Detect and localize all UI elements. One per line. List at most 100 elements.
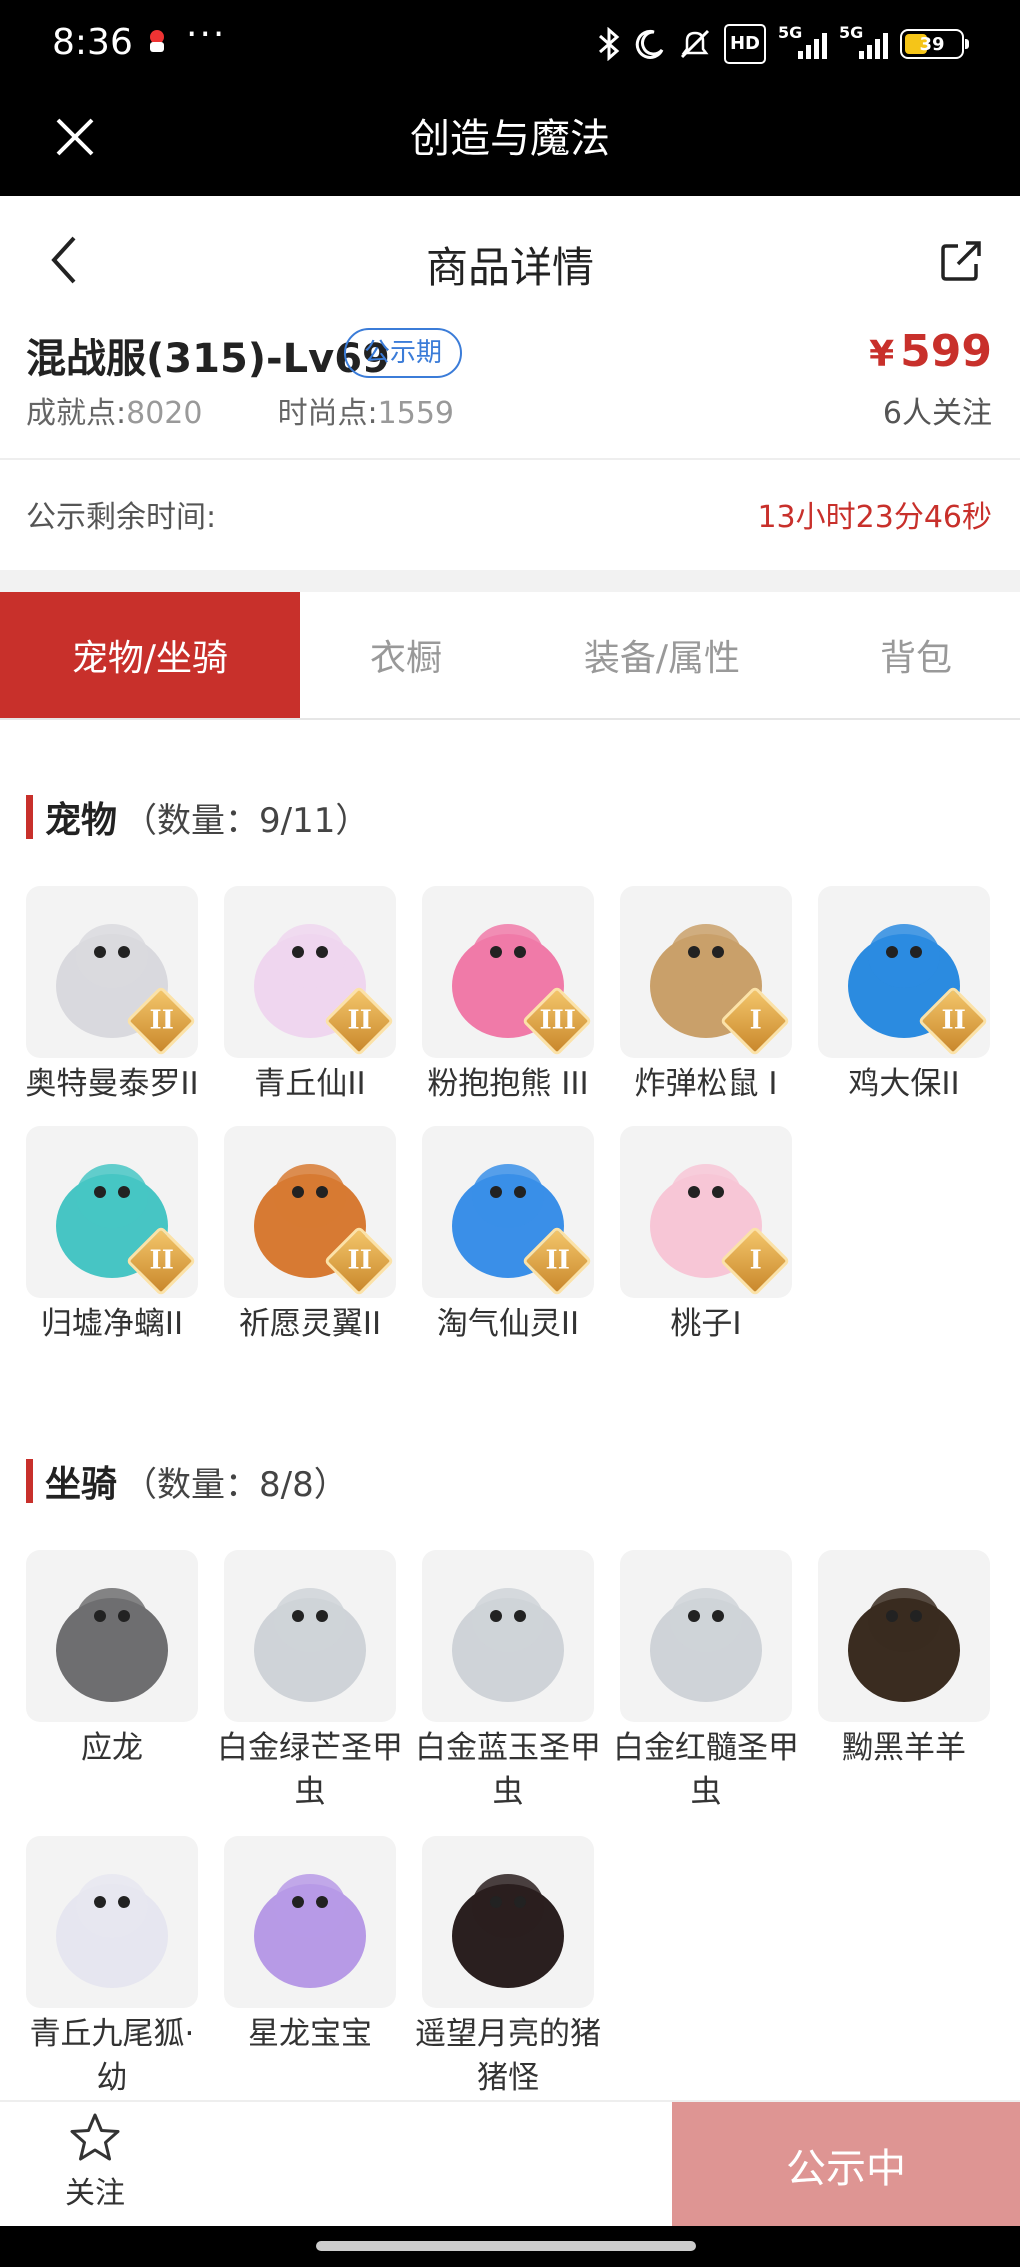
creature-image xyxy=(452,1588,564,1702)
list-item[interactable]: II 淘气仙灵II xyxy=(422,1126,594,1346)
tab-backpack[interactable]: 背包 xyxy=(812,592,1020,718)
list-item[interactable]: II 鸡大保II xyxy=(818,886,990,1106)
status-bar: 8:36 ··· HD 5G 5G 39 xyxy=(0,0,1020,86)
item-thumbnail xyxy=(26,1836,198,2008)
list-item[interactable]: I 炸弹松鼠 I xyxy=(620,886,792,1106)
item-thumbnail: II xyxy=(818,886,990,1058)
price-value: 599 xyxy=(900,326,992,377)
home-indicator[interactable] xyxy=(316,2241,696,2251)
item-name: 青丘仙II xyxy=(254,1066,366,1102)
gesture-bar xyxy=(0,2226,1020,2267)
list-item[interactable]: 应龙 xyxy=(26,1550,198,1814)
item-thumbnail xyxy=(224,1550,396,1722)
fashion-value: 1559 xyxy=(377,396,455,431)
product-info: 混战服(315)-Lv69 公示期 ¥599 成就点:8020 时尚点:1559… xyxy=(0,320,1020,460)
followers-count: 6人关注 xyxy=(882,396,992,431)
list-item[interactable]: 黝黑羊羊 xyxy=(818,1550,990,1814)
status-icons: HD 5G 5G 39 xyxy=(596,23,969,64)
pets-grid: II 奥特曼泰罗II II 青丘仙II III 粉抱抱熊 III I 炸弹松鼠 I II 鸡大保I… xyxy=(25,886,1006,1346)
follow-button[interactable]: 关注 xyxy=(40,2112,150,2222)
item-name: 遥望月亮的猪猪怪 xyxy=(415,2016,601,2096)
item-name: 青丘九尾狐·幼 xyxy=(29,2016,195,2096)
list-item[interactable]: III 粉抱抱熊 III xyxy=(422,886,594,1106)
item-thumbnail: II xyxy=(422,1126,594,1298)
item-thumbnail xyxy=(818,1550,990,1722)
creature-image xyxy=(56,1874,168,1988)
list-item[interactable]: II 祈愿灵翼II xyxy=(224,1126,396,1346)
list-item[interactable]: 白金蓝玉圣甲虫 xyxy=(415,1550,601,1814)
tab-wardrobe[interactable]: 衣橱 xyxy=(300,592,512,718)
item-name: 白金蓝玉圣甲虫 xyxy=(415,1730,601,1810)
item-name: 应龙 xyxy=(81,1730,143,1766)
list-item[interactable]: 星龙宝宝 xyxy=(224,1836,396,2100)
item-thumbnail: II xyxy=(26,886,198,1058)
creature-image xyxy=(254,1588,366,1702)
item-name: 白金红髓圣甲虫 xyxy=(613,1730,799,1810)
item-thumbnail xyxy=(620,1550,792,1722)
mounts-count: （数量：8/8） xyxy=(123,1464,348,1505)
bluetooth-icon xyxy=(596,24,622,64)
more-notifications-icon: ··· xyxy=(186,14,227,55)
pets-section-title: 宠物 （数量：9/11） xyxy=(26,792,369,842)
creature-image xyxy=(650,1588,762,1702)
moon-icon xyxy=(634,24,666,64)
tab-equipment-attributes[interactable]: 装备/属性 xyxy=(512,592,812,718)
follow-label: 关注 xyxy=(65,2176,125,2211)
list-item[interactable]: II 青丘仙II xyxy=(224,886,396,1106)
item-thumbnail xyxy=(224,1836,396,2008)
tab-pets-mounts[interactable]: 宠物/坐骑 xyxy=(0,592,300,718)
mounts-section-title: 坐骑 （数量：8/8） xyxy=(26,1456,348,1506)
battery-icon: 39 xyxy=(900,29,969,59)
status-time: 8:36 xyxy=(52,22,133,63)
list-item[interactable]: 白金绿芒圣甲虫 xyxy=(217,1550,403,1814)
item-name: 祈愿灵翼II xyxy=(238,1306,382,1342)
item-name: 炸弹松鼠 I xyxy=(634,1066,778,1102)
product-stats: 成就点:8020 时尚点:1559 xyxy=(26,388,454,432)
item-thumbnail xyxy=(26,1550,198,1722)
page-title: 商品详情 xyxy=(425,243,594,292)
item-name: 奥特曼泰罗II xyxy=(25,1066,199,1102)
mounts-grid: 应龙 白金绿芒圣甲虫 白金蓝玉圣甲虫 白金红髓圣甲虫 黝黑羊羊青丘九尾狐·幼 星龙宝宝 遥望… xyxy=(26,1550,1006,2100)
star-icon xyxy=(70,2113,120,2161)
fashion-label: 时尚点: xyxy=(277,396,378,431)
remaining-time-label: 公示剩余时间: xyxy=(26,500,217,535)
remaining-time: 公示剩余时间: 13小时23分46秒 xyxy=(0,460,1020,570)
item-thumbnail xyxy=(422,1836,594,2008)
list-item[interactable]: I 桃子I xyxy=(620,1126,792,1346)
item-thumbnail: II xyxy=(224,1126,396,1298)
item-name: 星龙宝宝 xyxy=(248,2016,372,2052)
product-name: 混战服(315)-Lv69 xyxy=(26,336,390,382)
creature-image xyxy=(848,1588,960,1702)
item-name: 黝黑羊羊 xyxy=(842,1730,966,1766)
item-name: 鸡大保II xyxy=(848,1066,960,1102)
list-item[interactable]: 青丘九尾狐·幼 xyxy=(26,1836,198,2100)
item-name: 淘气仙灵II xyxy=(436,1306,580,1342)
item-name: 桃子I xyxy=(670,1306,742,1342)
page-header: 商品详情 xyxy=(0,196,1020,326)
list-item[interactable]: II 奥特曼泰罗II xyxy=(25,886,199,1106)
list-item[interactable]: 遥望月亮的猪猪怪 xyxy=(415,1836,601,2100)
notification-app-icon xyxy=(144,28,170,54)
bottom-bar: 关注 公示中 xyxy=(0,2100,1020,2228)
tab-bar: 宠物/坐骑 衣橱 装备/属性 背包 xyxy=(0,592,1020,720)
list-item[interactable]: 白金红髓圣甲虫 xyxy=(613,1550,799,1814)
share-button[interactable] xyxy=(938,238,984,284)
item-thumbnail: I xyxy=(620,886,792,1058)
app-bar: 创造与魔法 xyxy=(0,86,1020,196)
remaining-time-value: 13小时23分46秒 xyxy=(757,500,992,535)
price: ¥599 xyxy=(869,326,992,377)
signal-2-icon: 5G xyxy=(839,23,888,59)
item-name: 白金绿芒圣甲虫 xyxy=(217,1730,403,1810)
pets-title: 宠物 xyxy=(45,800,118,841)
item-thumbnail: III xyxy=(422,886,594,1058)
item-thumbnail: II xyxy=(224,886,396,1058)
item-thumbnail: II xyxy=(26,1126,198,1298)
section-marker xyxy=(26,1459,33,1503)
item-thumbnail xyxy=(422,1550,594,1722)
mounts-title: 坐骑 xyxy=(45,1464,118,1505)
app-title: 创造与魔法 xyxy=(410,116,610,162)
creature-image xyxy=(56,1588,168,1702)
list-item[interactable]: II 归墟净螭II xyxy=(26,1126,198,1346)
achievement-value: 8020 xyxy=(126,396,203,431)
public-status-button[interactable]: 公示中 xyxy=(672,2102,1020,2228)
